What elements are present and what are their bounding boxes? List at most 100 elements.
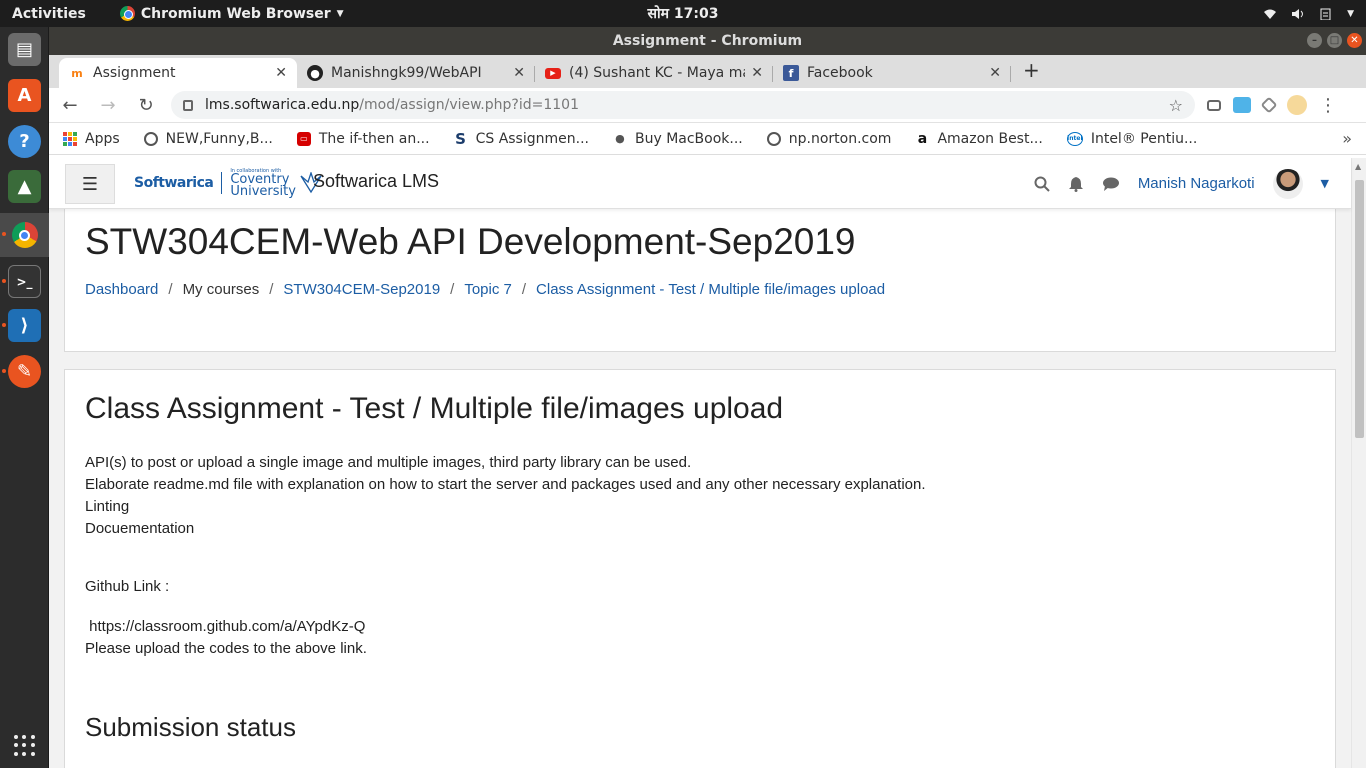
software-center-icon[interactable]: A <box>8 79 41 112</box>
forward-button[interactable]: → <box>95 95 121 116</box>
tab-assignment[interactable]: m Assignment ✕ <box>59 58 297 88</box>
reload-button[interactable]: ↻ <box>133 95 159 116</box>
running-indicator <box>2 323 6 327</box>
bell-icon[interactable] <box>1068 176 1084 192</box>
postman-icon[interactable]: ✎ <box>8 355 41 388</box>
close-tab-icon[interactable]: ✕ <box>989 65 1001 81</box>
site-logo[interactable]: Softwarica In collaboration with Coventr… <box>134 168 323 198</box>
extension-icon[interactable] <box>1260 96 1278 114</box>
tab-facebook[interactable]: f Facebook ✕ <box>773 58 1011 88</box>
app-menu[interactable]: Chromium Web Browser ▼ <box>119 5 344 22</box>
course-header-card: STW304CEM-Web API Development-Sep2019 Da… <box>64 198 1336 352</box>
lock-icon[interactable] <box>183 99 193 111</box>
chevron-down-icon: ▼ <box>336 8 344 19</box>
android-studio-icon[interactable]: ▲ <box>8 170 41 203</box>
bookmark-label: The if-then an... <box>318 130 430 147</box>
apple-icon: ● <box>615 132 625 145</box>
close-tab-icon[interactable]: ✕ <box>751 65 763 81</box>
scrollbar-thumb[interactable] <box>1355 180 1364 438</box>
page-viewport: ☰ Softwarica In collaboration with Coven… <box>49 158 1366 768</box>
app-menu-label: Chromium Web Browser <box>140 5 331 22</box>
user-name[interactable]: Manish Nagarkoti <box>1138 175 1255 192</box>
address-bar[interactable]: lms.softwarica.edu.np /mod/assign/view.p… <box>171 91 1195 119</box>
chat-icon[interactable] <box>1102 176 1120 192</box>
wifi-icon <box>1264 9 1277 19</box>
apps-grid-icon <box>63 131 77 146</box>
scroll-up-arrow-icon[interactable]: ▲ <box>1355 162 1361 171</box>
bookmarks-overflow-icon[interactable]: » <box>1342 129 1352 148</box>
breadcrumb-topic[interactable]: Topic 7 <box>464 281 512 298</box>
breadcrumb-dashboard[interactable]: Dashboard <box>85 281 158 298</box>
back-button[interactable]: ← <box>57 95 83 116</box>
bookmark-item[interactable]: np.norton.com <box>766 131 891 147</box>
bookmark-item[interactable]: ● Buy MacBook... <box>613 131 743 147</box>
running-indicator <box>2 279 6 283</box>
breadcrumb-my-courses: My courses <box>182 281 260 298</box>
submission-status-heading: Submission status <box>85 712 296 742</box>
bookmark-star-icon[interactable]: ☆ <box>1169 96 1183 115</box>
course-title: STW304CEM-Web API Development-Sep2019 <box>85 221 856 262</box>
running-indicator <box>2 232 6 236</box>
user-avatar[interactable] <box>1272 168 1303 199</box>
activities-button[interactable]: Activities <box>12 6 86 22</box>
amazon-icon: a <box>917 130 928 147</box>
system-tray[interactable]: ▼ <box>1263 8 1354 20</box>
breadcrumb-assignment[interactable]: Class Assignment - Test / Multiple file/… <box>536 281 885 298</box>
description-line: Linting <box>85 498 130 515</box>
extension-icon[interactable] <box>1207 99 1221 111</box>
tab-title: (4) Sushant KC - Maya ma ( <box>569 65 746 81</box>
close-window-button[interactable]: ✕ <box>1347 33 1362 48</box>
extension-icon[interactable] <box>1233 97 1251 113</box>
breadcrumb-divider: / <box>521 281 527 298</box>
vscode-icon[interactable]: ⟩ <box>8 309 41 342</box>
github-url[interactable]: https://classroom.github.com/a/AYpdKz-Q <box>85 616 367 638</box>
bookmark-label: CS Assignmen... <box>475 130 589 147</box>
breadcrumb: Dashboard / My courses / STW304CEM-Sep20… <box>85 281 885 298</box>
bookmark-item[interactable]: S CS Assignmen... <box>454 129 589 148</box>
profile-avatar-icon[interactable] <box>1287 95 1307 115</box>
bookmark-item[interactable]: a Amazon Best... <box>915 130 1043 147</box>
s-logo-icon: S <box>455 129 466 148</box>
close-tab-icon[interactable]: ✕ <box>513 65 525 81</box>
upload-note: Please upload the codes to the above lin… <box>85 640 367 657</box>
help-icon[interactable]: ? <box>8 125 41 158</box>
bookmark-apps[interactable]: Apps <box>63 131 120 147</box>
tab-strip: m Assignment ✕ ● Manishngk99/WebAPI ✕ ▶ … <box>49 55 1366 88</box>
window-titlebar[interactable]: Assignment - Chromium – □ ✕ <box>49 27 1366 55</box>
bookmark-label: Buy MacBook... <box>634 130 743 147</box>
close-tab-icon[interactable]: ✕ <box>275 65 287 81</box>
minimize-button[interactable]: – <box>1307 33 1322 48</box>
terminal-icon[interactable]: >_ <box>8 265 41 298</box>
assignment-title: Class Assignment - Test / Multiple file/… <box>85 392 784 425</box>
github-icon: ● <box>307 65 323 81</box>
search-icon[interactable] <box>1034 176 1050 192</box>
user-menu-caret-icon[interactable]: ▼ <box>1321 177 1329 190</box>
intel-icon: intel <box>1066 131 1083 146</box>
new-tab-button[interactable]: + <box>1023 58 1040 82</box>
breadcrumb-divider: / <box>269 281 274 298</box>
chromium-icon <box>119 6 135 21</box>
site-name[interactable]: Softwarica LMS <box>313 171 439 192</box>
github-link-block: https://classroom.github.com/a/AYpdKz-Q … <box>85 616 367 660</box>
files-icon[interactable]: ▤ <box>8 33 41 66</box>
bookmark-item[interactable]: ▭ The if-then an... <box>296 130 430 147</box>
maximize-button[interactable]: □ <box>1327 33 1342 48</box>
show-applications-icon[interactable] <box>14 735 35 756</box>
assignment-card: Class Assignment - Test / Multiple file/… <box>64 369 1336 768</box>
logo-university-text: University <box>230 184 296 199</box>
breadcrumb-course[interactable]: STW304CEM-Sep2019 <box>283 281 440 298</box>
logo-softwarica: Softwarica <box>134 175 214 191</box>
globe-icon <box>143 131 158 146</box>
hamburger-menu-button[interactable]: ☰ <box>65 164 115 204</box>
tab-github[interactable]: ● Manishngk99/WebAPI ✕ <box>297 58 535 88</box>
chromium-dock-icon[interactable] <box>0 213 49 257</box>
bookmark-item[interactable]: NEW,Funny,B... <box>143 131 273 147</box>
page-scrollbar[interactable]: ▲ <box>1351 158 1366 768</box>
tab-title: Assignment <box>93 65 176 81</box>
browser-menu-icon[interactable]: ⋮ <box>1319 95 1337 116</box>
bookmark-label: Amazon Best... <box>937 130 1043 147</box>
bookmark-item[interactable]: intel Intel® Pentiu... <box>1066 131 1197 147</box>
tab-youtube[interactable]: ▶ (4) Sushant KC - Maya ma ( ✕ <box>535 58 773 88</box>
clock[interactable]: सोम 17:03 <box>648 4 719 23</box>
description-line: Docuementation <box>85 520 195 537</box>
